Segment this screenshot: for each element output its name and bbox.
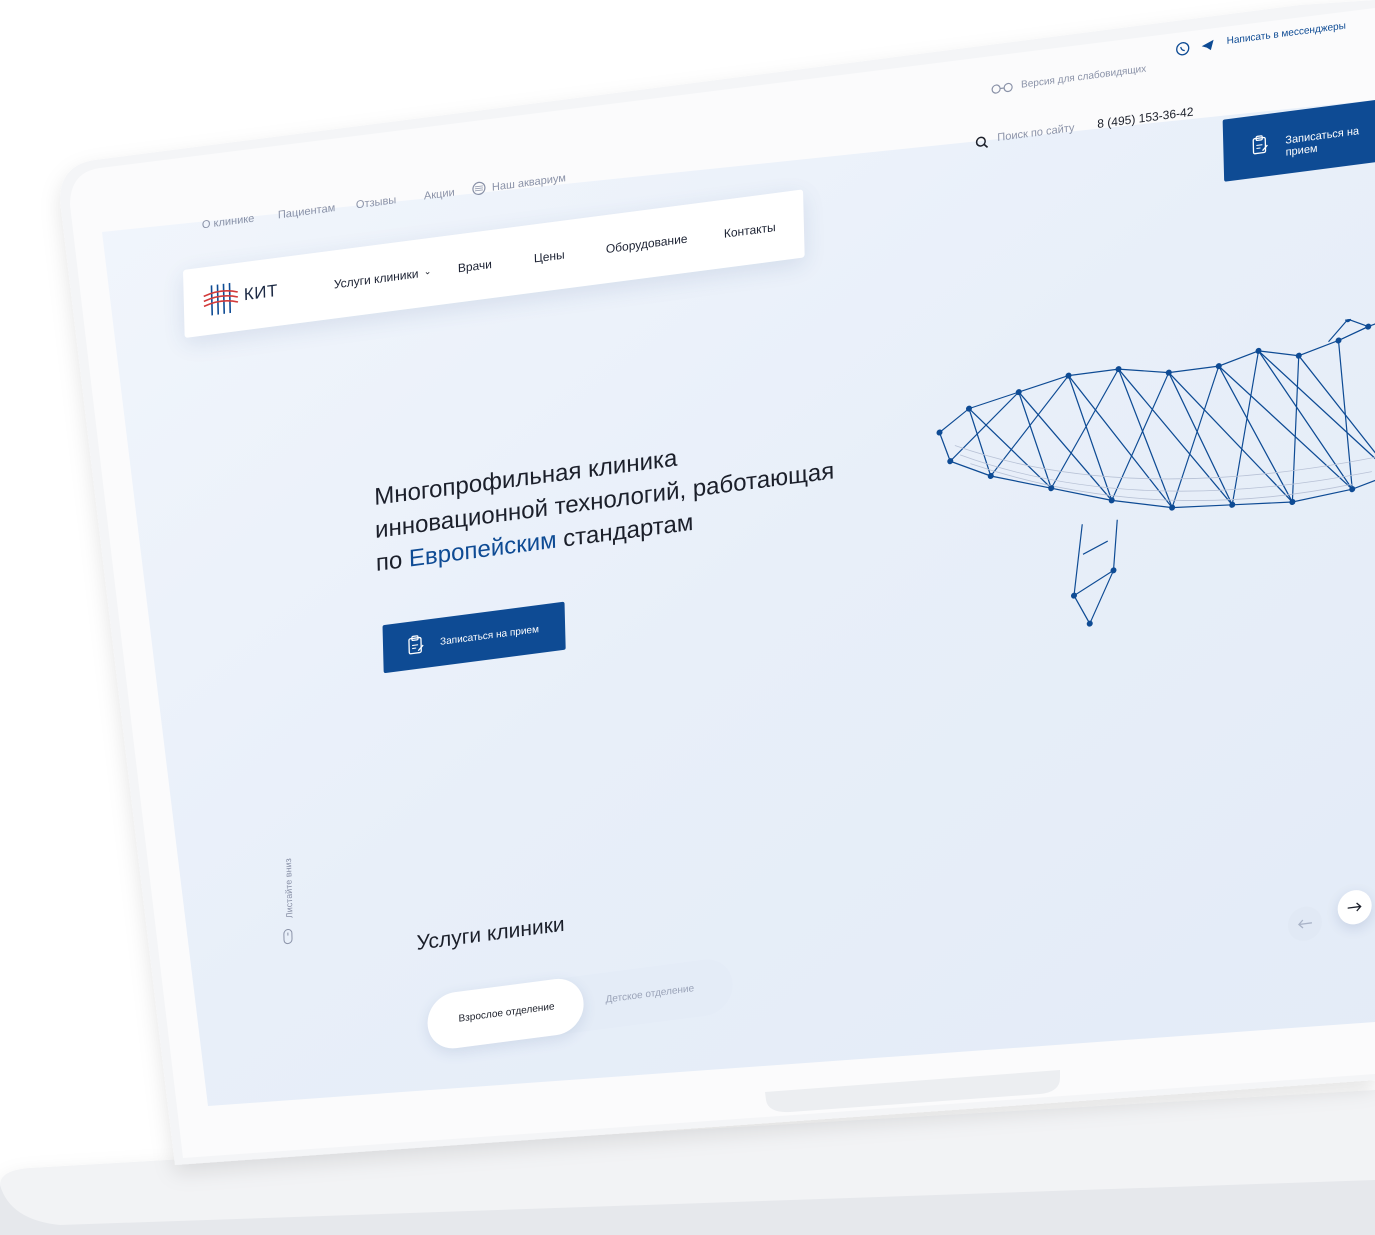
hero-heading: Многопрофильная клиника инновационной те… [374, 421, 836, 580]
main-navbar: КИТ Услуги клиники ⌄ Врачи Цены Оборудов… [183, 189, 805, 338]
search-icon[interactable] [975, 135, 989, 155]
nav-item-doctors[interactable]: Врачи [458, 257, 492, 275]
logo-mark [201, 280, 240, 324]
chevron-down-icon[interactable]: ⌄ [424, 266, 432, 278]
arrow-right-icon [1347, 902, 1362, 912]
top-link-aquarium[interactable]: Наш аквариум [492, 172, 566, 194]
glasses-icon [991, 82, 1013, 94]
book-appointment-hero-button[interactable]: Записаться на прием [382, 601, 566, 674]
top-link-reviews[interactable]: Отзывы [356, 194, 397, 211]
tab-adult-label: Взрослое отделение [458, 1001, 555, 1025]
nav-item-services[interactable]: Услуги клиники [334, 267, 419, 292]
website-screen: О клинике Пациентам Отзывы Акции Наш акв… [180, 0, 1375, 1052]
nav-item-prices[interactable]: Цены [534, 247, 565, 265]
clipboard-icon [407, 634, 426, 659]
nav-item-equipment[interactable]: Оборудование [606, 232, 688, 257]
book-appointment-top-button[interactable]: Записаться на прием [1222, 97, 1375, 182]
logo-text[interactable]: КИТ [244, 281, 279, 305]
book-appointment-top-label: Записаться на прием [1285, 125, 1360, 159]
clipboard-icon [1251, 134, 1270, 159]
tab-children[interactable]: Детское отделение [605, 983, 694, 1006]
book-appointment-hero-label: Записаться на прием [439, 624, 540, 648]
nav-item-contacts[interactable]: Контакты [724, 220, 776, 241]
services-title: Услуги клиники [416, 912, 565, 955]
phone-number[interactable]: 8 (495) 153-36-42 [1097, 105, 1193, 131]
telegram-icon[interactable] [1201, 38, 1215, 58]
top-link-promos[interactable]: Акции [424, 187, 455, 203]
aquarium-icon [472, 180, 486, 199]
whatsapp-icon[interactable] [1176, 41, 1190, 62]
arrow-left-icon [1298, 919, 1312, 929]
scroll-hint-label: Листайте вниз [283, 857, 295, 919]
whale-illustration [936, 316, 1375, 627]
scroll-hint: Листайте вниз [278, 857, 297, 919]
mouse-icon [283, 928, 294, 950]
top-link-about[interactable]: О клинике [202, 213, 255, 232]
hero-line-3-prefix: по [375, 546, 403, 577]
top-link-patients[interactable]: Пациентам [278, 202, 336, 221]
visually-impaired-label: Версия для слабовидящих [1020, 63, 1147, 91]
search-input[interactable]: Поиск по сайту [997, 122, 1074, 144]
messenger-link[interactable]: Написать в мессенджеры [1227, 21, 1346, 47]
